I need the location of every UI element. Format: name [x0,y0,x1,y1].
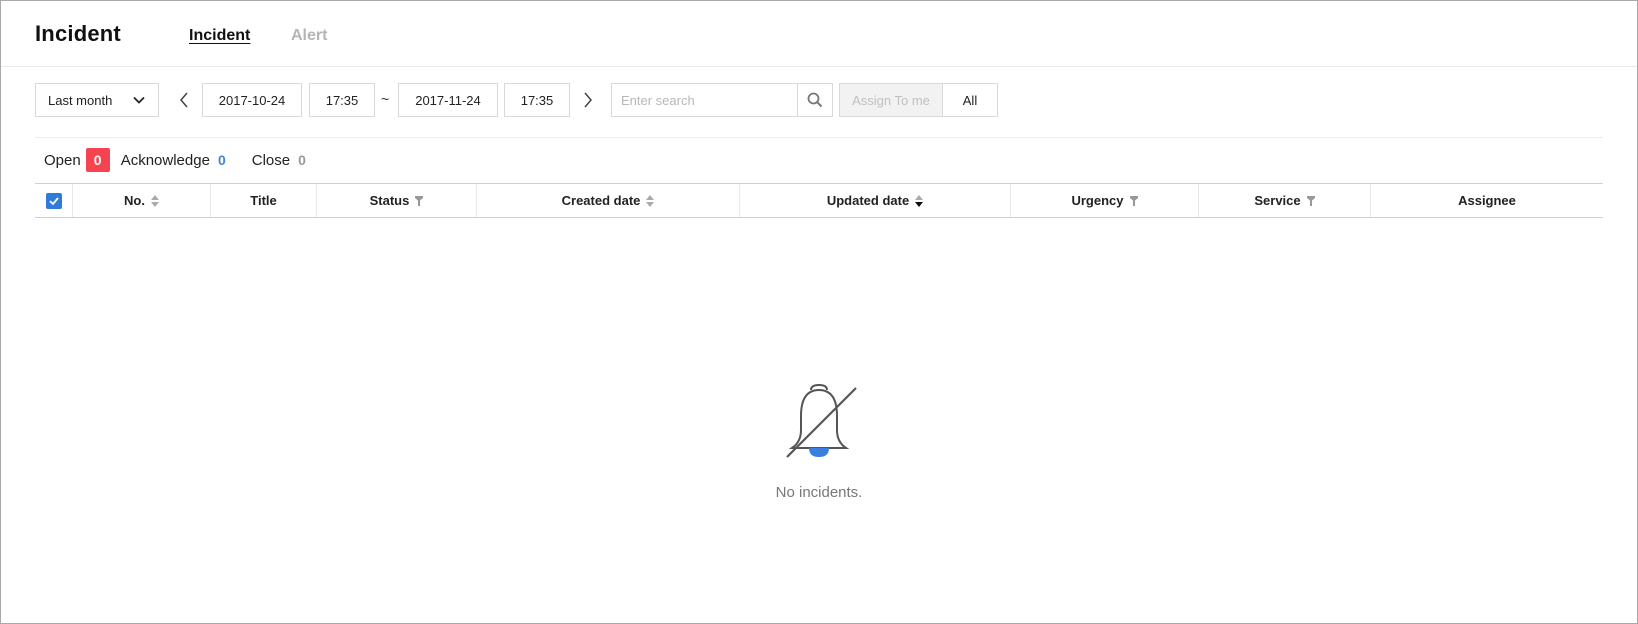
filter-icon[interactable] [1306,195,1315,206]
search-field[interactable]: Enter search [611,83,833,117]
check-icon [48,196,59,205]
next-period-button[interactable] [579,89,597,111]
column-urgency[interactable]: Urgency [1011,184,1199,217]
column-status-label: Status [369,193,410,208]
tab-incident[interactable]: Incident [189,27,250,45]
select-all-checkbox[interactable] [45,192,62,209]
filter-icon[interactable] [1129,195,1138,206]
select-all-cell [35,184,73,217]
bell-off-icon [786,383,857,458]
column-updated-date-label: Updated date [826,193,910,208]
column-created-date[interactable]: Created date [477,184,740,217]
empty-state-message: No incidents. [775,484,863,501]
chevron-left-icon [180,92,188,108]
end-time-input[interactable]: 17:35 [504,83,570,117]
search-button[interactable] [797,84,832,116]
column-service[interactable]: Service [1199,184,1371,217]
column-no[interactable]: No. [73,184,211,217]
column-urgency-label: Urgency [1071,193,1124,208]
sort-icon[interactable] [646,194,655,207]
column-title-label: Title [250,193,277,208]
chevron-down-icon [132,93,146,110]
column-created-date-label: Created date [561,193,641,208]
incident-page: Incident Incident Alert Last month 2017-… [0,0,1638,624]
page-title: Incident [35,21,121,46]
previous-period-button[interactable] [175,89,193,111]
open-count-badge: 0 [85,148,110,172]
sort-descending-icon[interactable] [915,194,924,207]
start-date-input[interactable]: 2017-10-24 [202,83,302,117]
column-title[interactable]: Title [211,184,317,217]
sort-icon[interactable] [150,194,159,207]
open-label[interactable]: Open [44,152,81,169]
close-count: 0 [298,152,306,168]
column-service-label: Service [1254,193,1301,208]
toolbar-divider [35,137,1603,138]
acknowledge-label[interactable]: Acknowledge [121,152,210,169]
search-icon [807,92,823,108]
column-no-label: No. [124,193,145,208]
table-header: No. Title Status Created date Updated da… [35,183,1603,218]
period-select[interactable]: Last month [35,83,159,117]
empty-state: No incidents. [1,376,1637,501]
column-updated-date[interactable]: Updated date [740,184,1011,217]
column-assignee-label: Assignee [1458,193,1516,208]
assign-to-me-button[interactable]: Assign To me [839,83,943,117]
column-assignee[interactable]: Assignee [1371,184,1603,217]
all-button[interactable]: All [942,83,998,117]
page-header: Incident Incident Alert [1,1,1637,67]
status-counts: Open 0 Acknowledge 0 Close 0 [44,147,306,173]
acknowledge-count: 0 [217,152,226,168]
filter-toolbar: Last month 2017-10-24 17:35 ~ 2017-11-24… [1,83,1637,119]
tab-alert[interactable]: Alert [291,27,327,45]
search-input[interactable]: Enter search [621,93,695,108]
filter-icon[interactable] [415,195,424,206]
period-select-value: Last month [48,92,113,108]
date-range-separator: ~ [381,91,390,107]
start-time-input[interactable]: 17:35 [309,83,375,117]
end-date-input[interactable]: 2017-11-24 [398,83,498,117]
column-status[interactable]: Status [317,184,477,217]
close-label[interactable]: Close [252,152,290,169]
chevron-right-icon [584,92,592,108]
